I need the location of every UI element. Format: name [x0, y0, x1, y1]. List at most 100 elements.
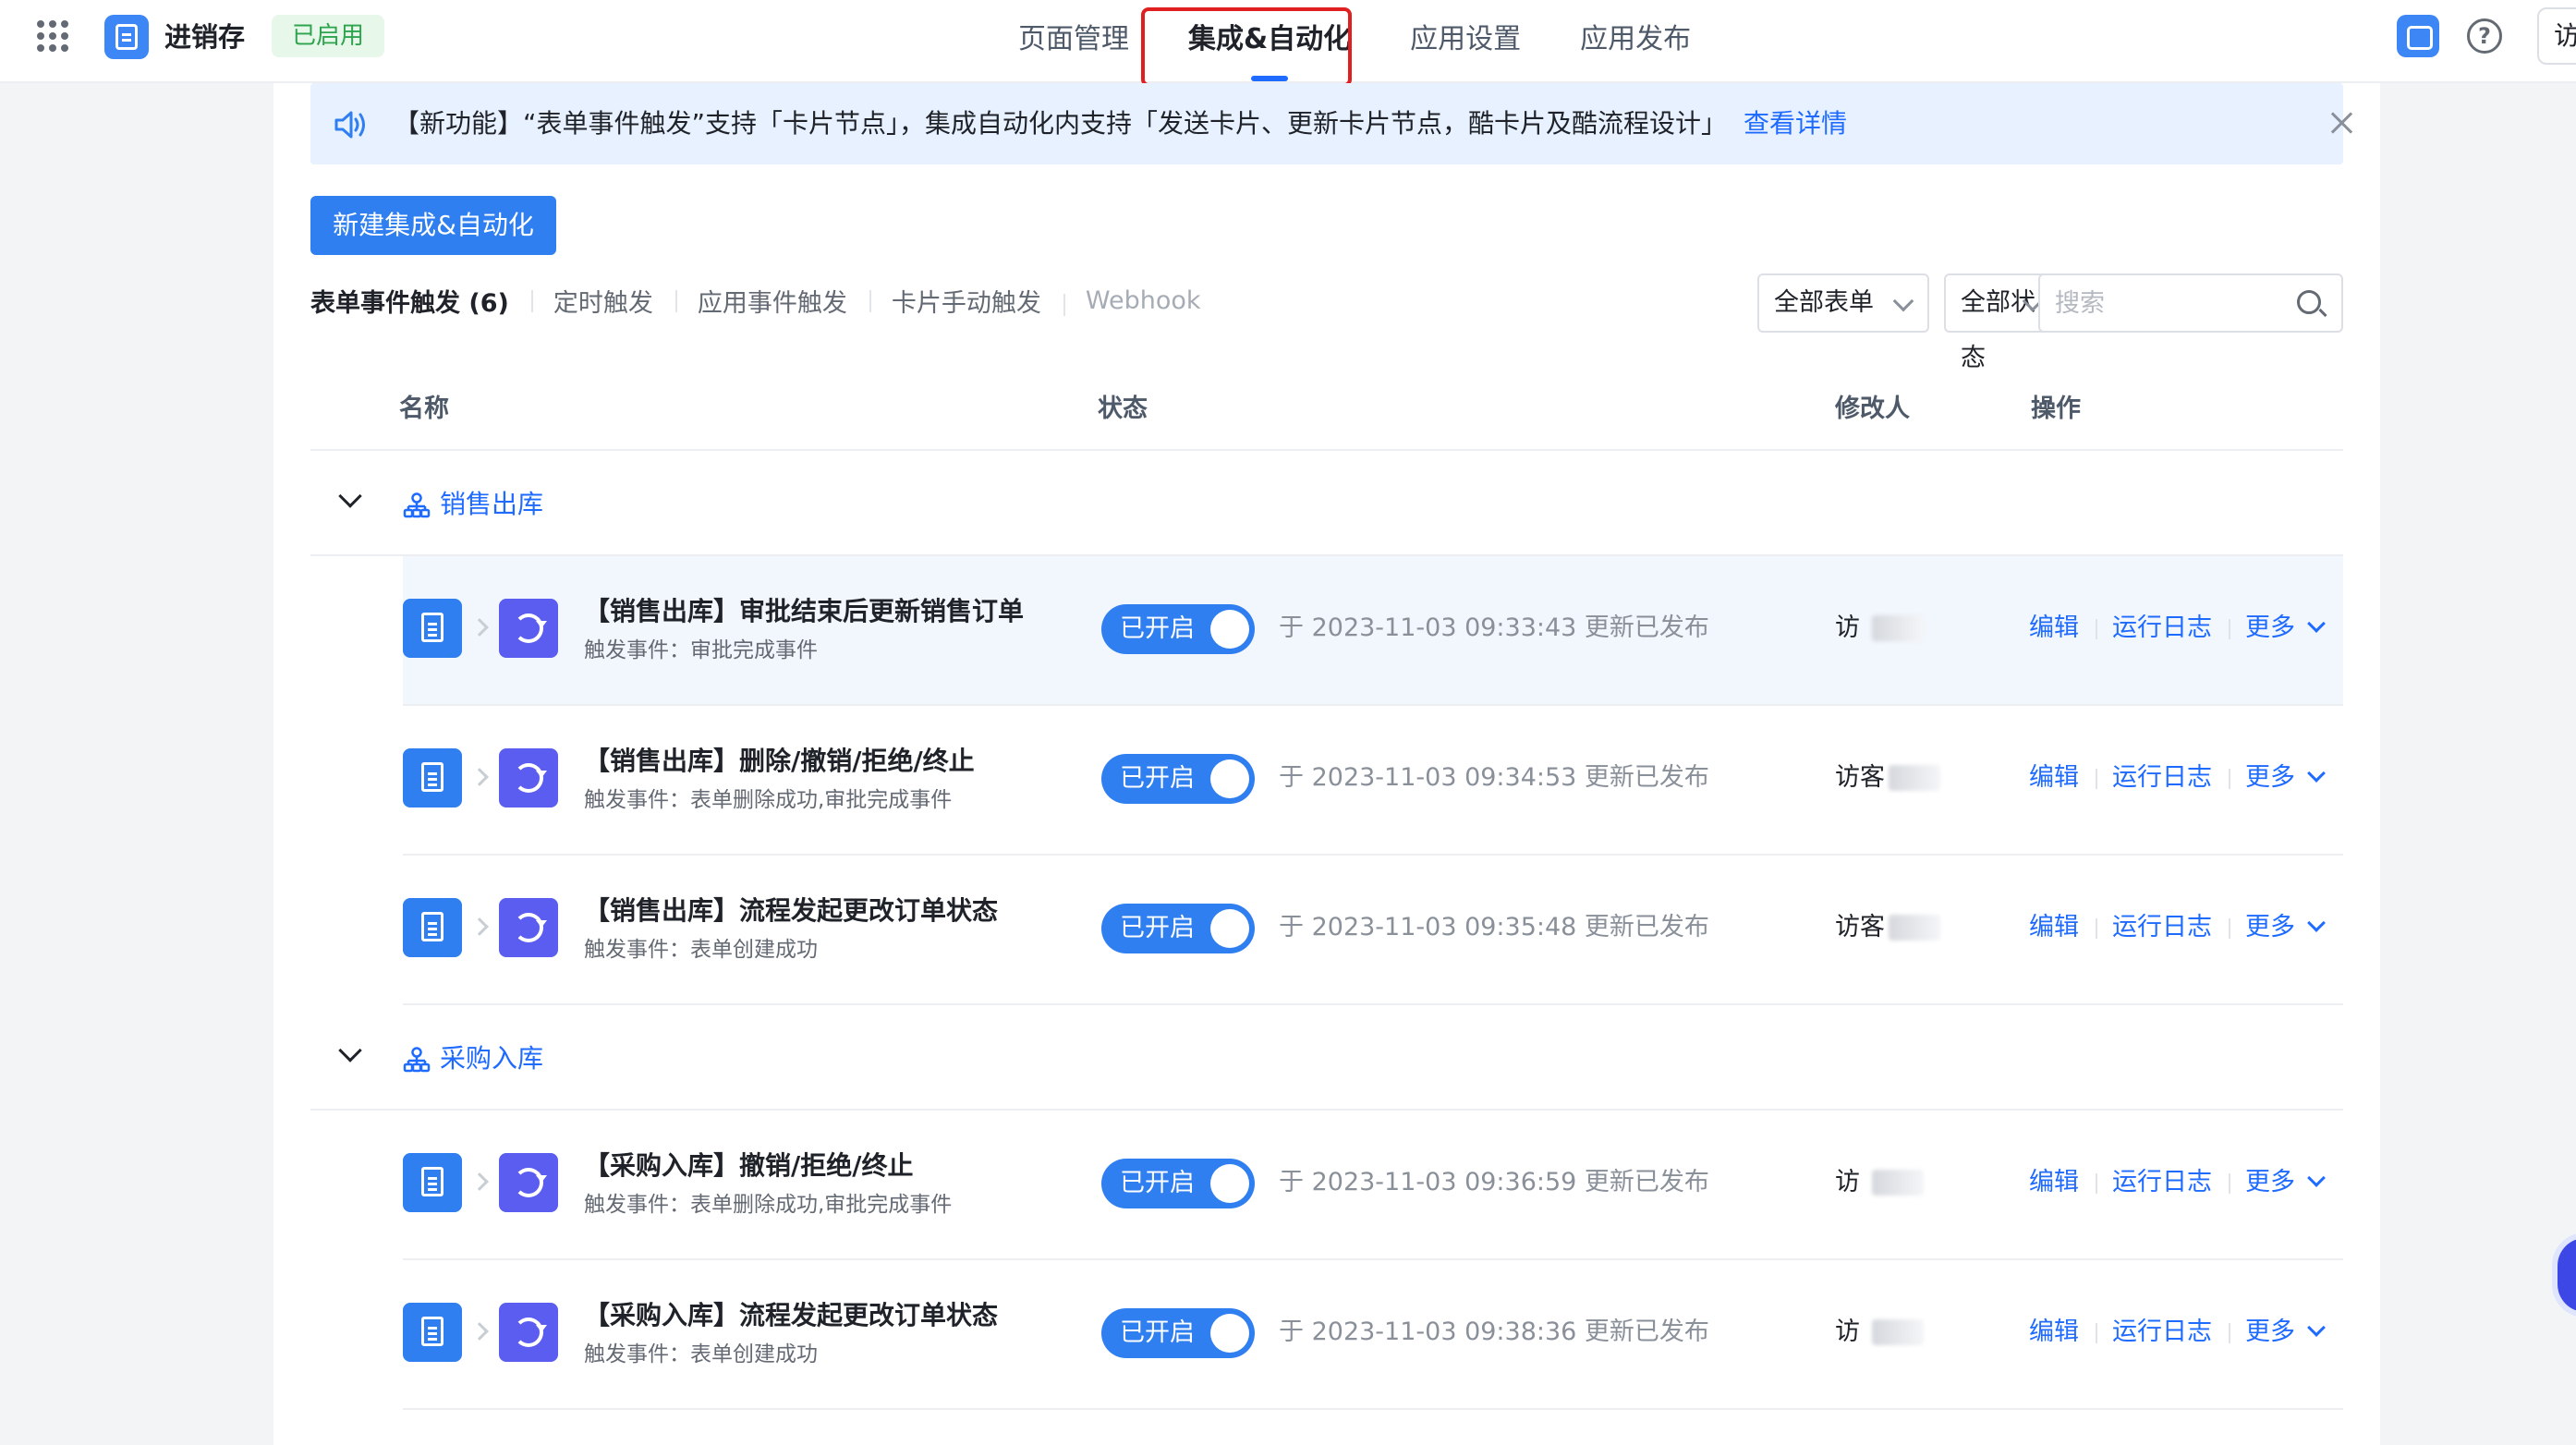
- tab-integration-automation[interactable]: 集成&自动化: [1159, 0, 1380, 83]
- toggle-knob: [1210, 909, 1249, 948]
- form-document-icon: [403, 1303, 462, 1362]
- chevron-down-icon: [2307, 1169, 2326, 1187]
- redacted-name-blur: [1872, 1170, 1924, 1196]
- app-switch-icon[interactable]: [2397, 15, 2439, 57]
- toggle-knob: [1210, 610, 1249, 649]
- table-row[interactable]: 【销售出库】删除/撤销/拒绝/终止 触发事件：表单删除成功,审批完成事件 已开启…: [403, 706, 2343, 856]
- edit-link[interactable]: 编辑: [2029, 759, 2096, 796]
- automation-title[interactable]: 【销售出库】流程发起更改订单状态: [584, 892, 998, 929]
- status-toggle[interactable]: 已开启: [1101, 1308, 1255, 1358]
- subtab-scheduled[interactable]: 定时触发: [530, 283, 675, 319]
- main-nav-tabs: 页面管理 集成&自动化 应用设置 应用发布: [989, 0, 1720, 83]
- more-dropdown[interactable]: 更多: [2229, 610, 2339, 647]
- status-toggle[interactable]: 已开启: [1101, 1159, 1255, 1208]
- update-time: 于 2023-11-03 09:35:48 更新已发布: [1279, 913, 1709, 941]
- update-time: 于 2023-11-03 09:34:53 更新已发布: [1279, 763, 1709, 792]
- status-toggle[interactable]: 已开启: [1101, 904, 1255, 953]
- toggle-label: 已开启: [1120, 914, 1195, 942]
- sync-icon: [499, 599, 558, 658]
- chevron-right-icon: [470, 1172, 489, 1191]
- update-time: 于 2023-11-03 09:38:36 更新已发布: [1279, 1318, 1709, 1346]
- run-log-link[interactable]: 运行日志: [2096, 909, 2229, 946]
- run-log-link[interactable]: 运行日志: [2096, 610, 2229, 647]
- chevron-down-icon[interactable]: [338, 484, 362, 508]
- subtab-card-manual[interactable]: 卡片手动触发: [869, 283, 1063, 319]
- row-actions: 编辑 运行日志 更多: [2029, 759, 2339, 796]
- run-log-link[interactable]: 运行日志: [2096, 759, 2229, 796]
- tab-app-publish[interactable]: 应用发布: [1550, 0, 1720, 83]
- table-header: 名称 状态 修改人 操作: [310, 360, 2343, 451]
- row-actions: 编辑 运行日志 更多: [2029, 610, 2339, 647]
- trigger-event: 触发事件：表单创建成功: [584, 1342, 818, 1366]
- toggle-label: 已开启: [1120, 1169, 1195, 1197]
- status-toggle[interactable]: 已开启: [1101, 604, 1255, 654]
- floating-assistant-button[interactable]: [2558, 1238, 2576, 1312]
- more-dropdown[interactable]: 更多: [2229, 759, 2339, 796]
- more-label: 更多: [2245, 763, 2295, 792]
- visitor-avatar-button[interactable]: 访: [2537, 7, 2576, 65]
- subtab-app-event[interactable]: 应用事件触发: [674, 283, 869, 319]
- update-time: 于 2023-11-03 09:33:43 更新已发布: [1279, 613, 1709, 642]
- edit-link[interactable]: 编辑: [2029, 909, 2096, 946]
- automation-title[interactable]: 【销售出库】删除/撤销/拒绝/终止: [584, 743, 975, 780]
- sync-icon: [499, 898, 558, 957]
- table-row[interactable]: 【销售出库】审批结束后更新销售订单 触发事件：审批完成事件 已开启 于 2023…: [403, 556, 2343, 706]
- subtab-form-event[interactable]: 表单事件触发 (6): [310, 283, 531, 319]
- group-header[interactable]: 销售出库: [310, 453, 2343, 556]
- form-document-icon: [403, 1153, 462, 1212]
- table-row[interactable]: 【采购入库】流程发起更改订单状态 触发事件：表单创建成功 已开启 于 2023-…: [403, 1260, 2343, 1410]
- more-label: 更多: [2245, 1168, 2295, 1196]
- more-dropdown[interactable]: 更多: [2229, 1164, 2339, 1201]
- chevron-down-icon: [1892, 290, 1914, 312]
- more-label: 更多: [2245, 1318, 2295, 1346]
- editor-name: 访: [1835, 1168, 1860, 1196]
- trigger-event: 触发事件：表单删除成功,审批完成事件: [584, 1193, 953, 1217]
- close-icon[interactable]: [2328, 109, 2356, 137]
- notice-text: 【新功能】“表单事件触发”支持「卡片节点」，集成自动化内支持「发送卡片、更新卡片…: [394, 103, 1847, 144]
- chevron-right-icon: [470, 917, 489, 936]
- edit-link[interactable]: 编辑: [2029, 1314, 2096, 1351]
- editor-name: 访客: [1835, 763, 1885, 792]
- status-toggle[interactable]: 已开启: [1101, 754, 1255, 804]
- subtab-webhook[interactable]: Webhook: [1063, 286, 1223, 316]
- more-dropdown[interactable]: 更多: [2229, 1314, 2339, 1351]
- feature-notice-banner: 【新功能】“表单事件触发”支持「卡片节点」，集成自动化内支持「发送卡片、更新卡片…: [310, 83, 2343, 164]
- toggle-label: 已开启: [1120, 614, 1195, 643]
- tab-app-settings[interactable]: 应用设置: [1380, 0, 1550, 83]
- automation-title[interactable]: 【采购入库】撤销/拒绝/终止: [584, 1148, 913, 1184]
- notice-details-link[interactable]: 查看详情: [1744, 108, 1847, 139]
- edit-link[interactable]: 编辑: [2029, 1164, 2096, 1201]
- update-time: 于 2023-11-03 09:36:59 更新已发布: [1279, 1168, 1709, 1196]
- run-log-link[interactable]: 运行日志: [2096, 1164, 2229, 1201]
- run-log-link[interactable]: 运行日志: [2096, 1314, 2229, 1351]
- trigger-event: 触发事件：表单创建成功: [584, 938, 818, 962]
- chevron-down-icon: [2307, 614, 2326, 633]
- redacted-name-blur: [1872, 1319, 1924, 1345]
- toggle-knob: [1210, 1314, 1249, 1353]
- form-filter-select[interactable]: 全部表单: [1757, 273, 1929, 333]
- tab-page-management[interactable]: 页面管理: [989, 0, 1159, 83]
- help-icon[interactable]: ?: [2467, 18, 2502, 54]
- chevron-right-icon: [470, 768, 489, 786]
- app-logo-icon: [104, 15, 149, 59]
- more-dropdown[interactable]: 更多: [2229, 909, 2339, 946]
- search-icon[interactable]: [2297, 290, 2321, 314]
- automation-title[interactable]: 【采购入库】流程发起更改订单状态: [584, 1297, 998, 1334]
- column-status: 状态: [1098, 395, 1148, 423]
- group-title: 销售出库: [440, 489, 544, 519]
- table-row[interactable]: 【采购入库】撤销/拒绝/终止 触发事件：表单删除成功,审批完成事件 已开启 于 …: [403, 1111, 2343, 1260]
- app-grid-icon[interactable]: [37, 20, 68, 52]
- notice-message: 【新功能】“表单事件触发”支持「卡片节点」，集成自动化内支持「发送卡片、更新卡片…: [394, 108, 1728, 139]
- table-row[interactable]: 【销售出库】流程发起更改订单状态 触发事件：表单创建成功 已开启 于 2023-…: [403, 856, 2343, 1005]
- automation-title[interactable]: 【销售出库】审批结束后更新销售订单: [584, 593, 1024, 630]
- trigger-type-tabs: 表单事件触发 (6) 定时触发 应用事件触发 卡片手动触发 Webhook: [310, 277, 1223, 323]
- edit-link[interactable]: 编辑: [2029, 610, 2096, 647]
- chevron-down-icon[interactable]: [338, 1038, 362, 1062]
- toggle-label: 已开启: [1120, 1318, 1195, 1347]
- toggle-knob: [1210, 759, 1249, 798]
- group-header[interactable]: 采购入库: [310, 1007, 2343, 1111]
- search-input[interactable]: [2055, 285, 2286, 322]
- sync-icon: [499, 1153, 558, 1212]
- new-automation-button[interactable]: 新建集成&自动化: [310, 196, 556, 255]
- redacted-name-blur: [1889, 765, 1940, 791]
